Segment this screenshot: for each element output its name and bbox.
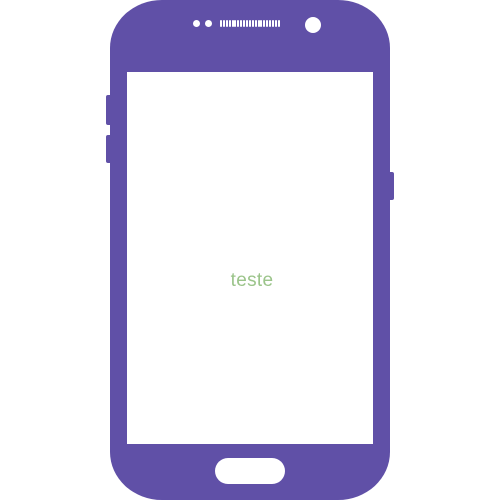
screen-text: teste xyxy=(230,270,274,291)
proximity-sensor-icon xyxy=(193,20,200,27)
phone-screen: teste xyxy=(127,72,373,444)
speaker-grille-icon xyxy=(220,20,280,27)
phone-illustration: teste xyxy=(0,0,500,500)
light-sensor-icon xyxy=(205,20,212,27)
front-camera-icon xyxy=(305,17,321,33)
home-button[interactable] xyxy=(215,458,285,484)
